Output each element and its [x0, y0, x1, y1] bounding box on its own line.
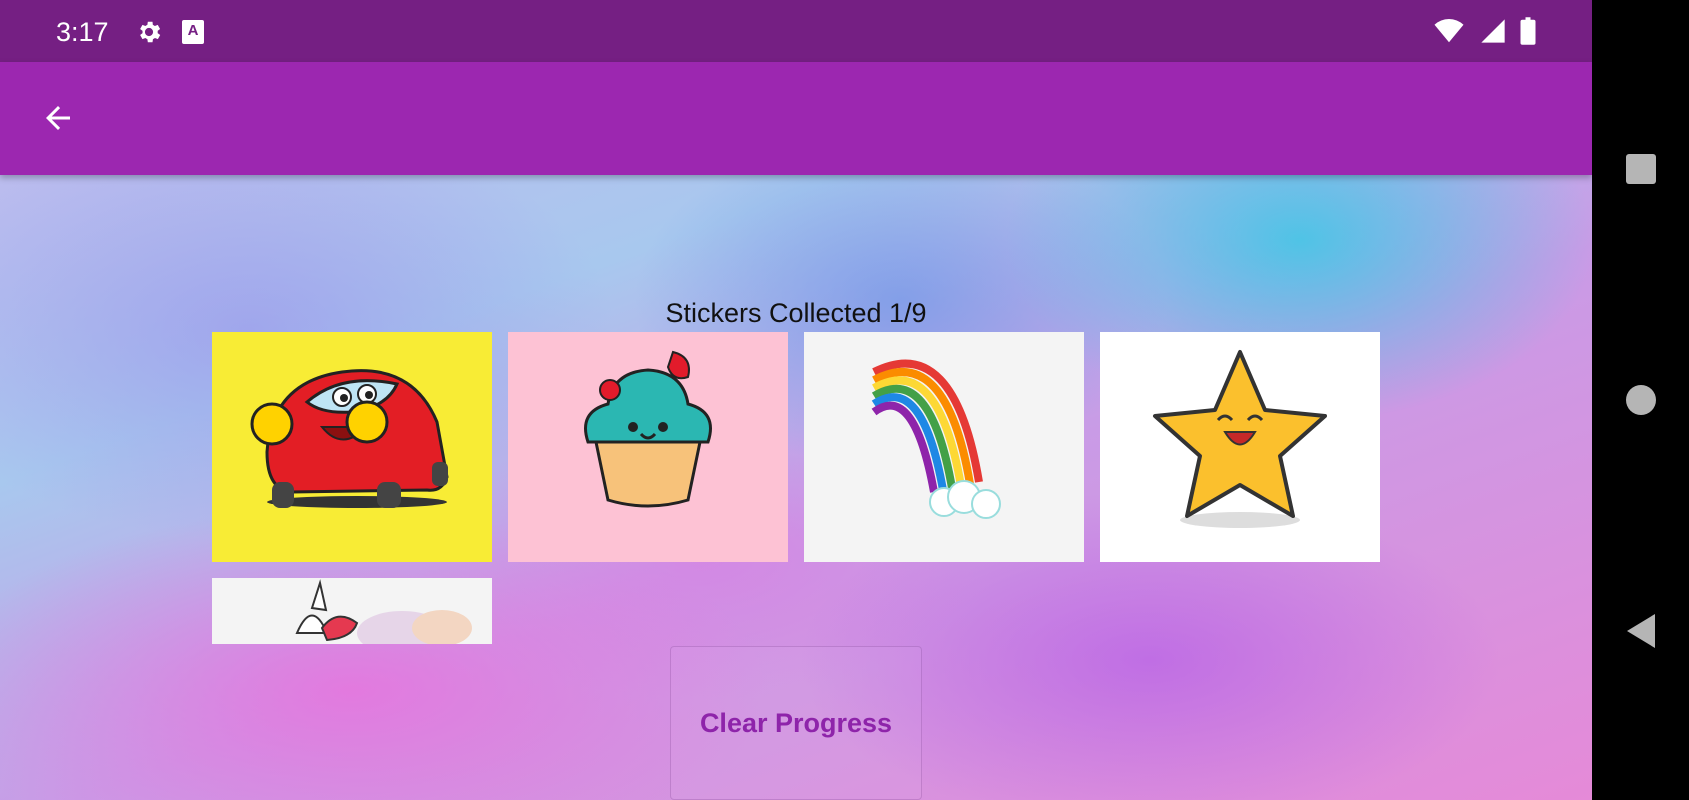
- signal-icon: [1480, 19, 1505, 43]
- status-bar: 3:17 A: [0, 0, 1592, 62]
- sticker-grid: [212, 332, 1382, 644]
- sticker-star[interactable]: [1100, 332, 1380, 562]
- home-button[interactable]: [1592, 355, 1689, 445]
- rainbow-sticker-image: [871, 359, 1001, 519]
- home-circle-icon: [1625, 385, 1656, 415]
- car-sticker-image: [250, 369, 449, 508]
- status-time: 3:17: [56, 17, 109, 47]
- system-back-button[interactable]: [1592, 586, 1689, 676]
- stickers-collected-title: Stickers Collected 1/9: [665, 298, 927, 328]
- sticker-unicorn[interactable]: [212, 578, 492, 644]
- sticker-car[interactable]: [212, 332, 492, 562]
- sticker-cupcake[interactable]: [508, 332, 788, 562]
- back-button[interactable]: [30, 90, 86, 146]
- clear-progress-button[interactable]: Clear Progress: [670, 646, 922, 800]
- accessibility-a-icon: A: [182, 20, 204, 44]
- cupcake-sticker-image: [584, 350, 712, 508]
- device-frame: 3:17 A Stickers Collected 1/9 Clear Prog…: [0, 0, 1689, 800]
- battery-icon: [1520, 17, 1536, 45]
- arrow-back-icon: [46, 106, 70, 130]
- back-triangle-icon: [1626, 614, 1655, 648]
- screen: 3:17 A Stickers Collected 1/9 Clear Prog…: [0, 0, 1592, 800]
- sticker-rainbow[interactable]: [804, 332, 1084, 562]
- gear-icon: [135, 18, 163, 46]
- status-right-icons: [1424, 16, 1537, 46]
- wifi-icon: [1434, 19, 1464, 43]
- system-nav-bar: [1592, 0, 1689, 800]
- star-sticker-image: [1153, 350, 1327, 528]
- recents-square-icon: [1625, 154, 1656, 184]
- app-bar: [0, 62, 1592, 175]
- recents-button[interactable]: [1592, 124, 1689, 214]
- unicorn-sticker-image: [295, 579, 472, 644]
